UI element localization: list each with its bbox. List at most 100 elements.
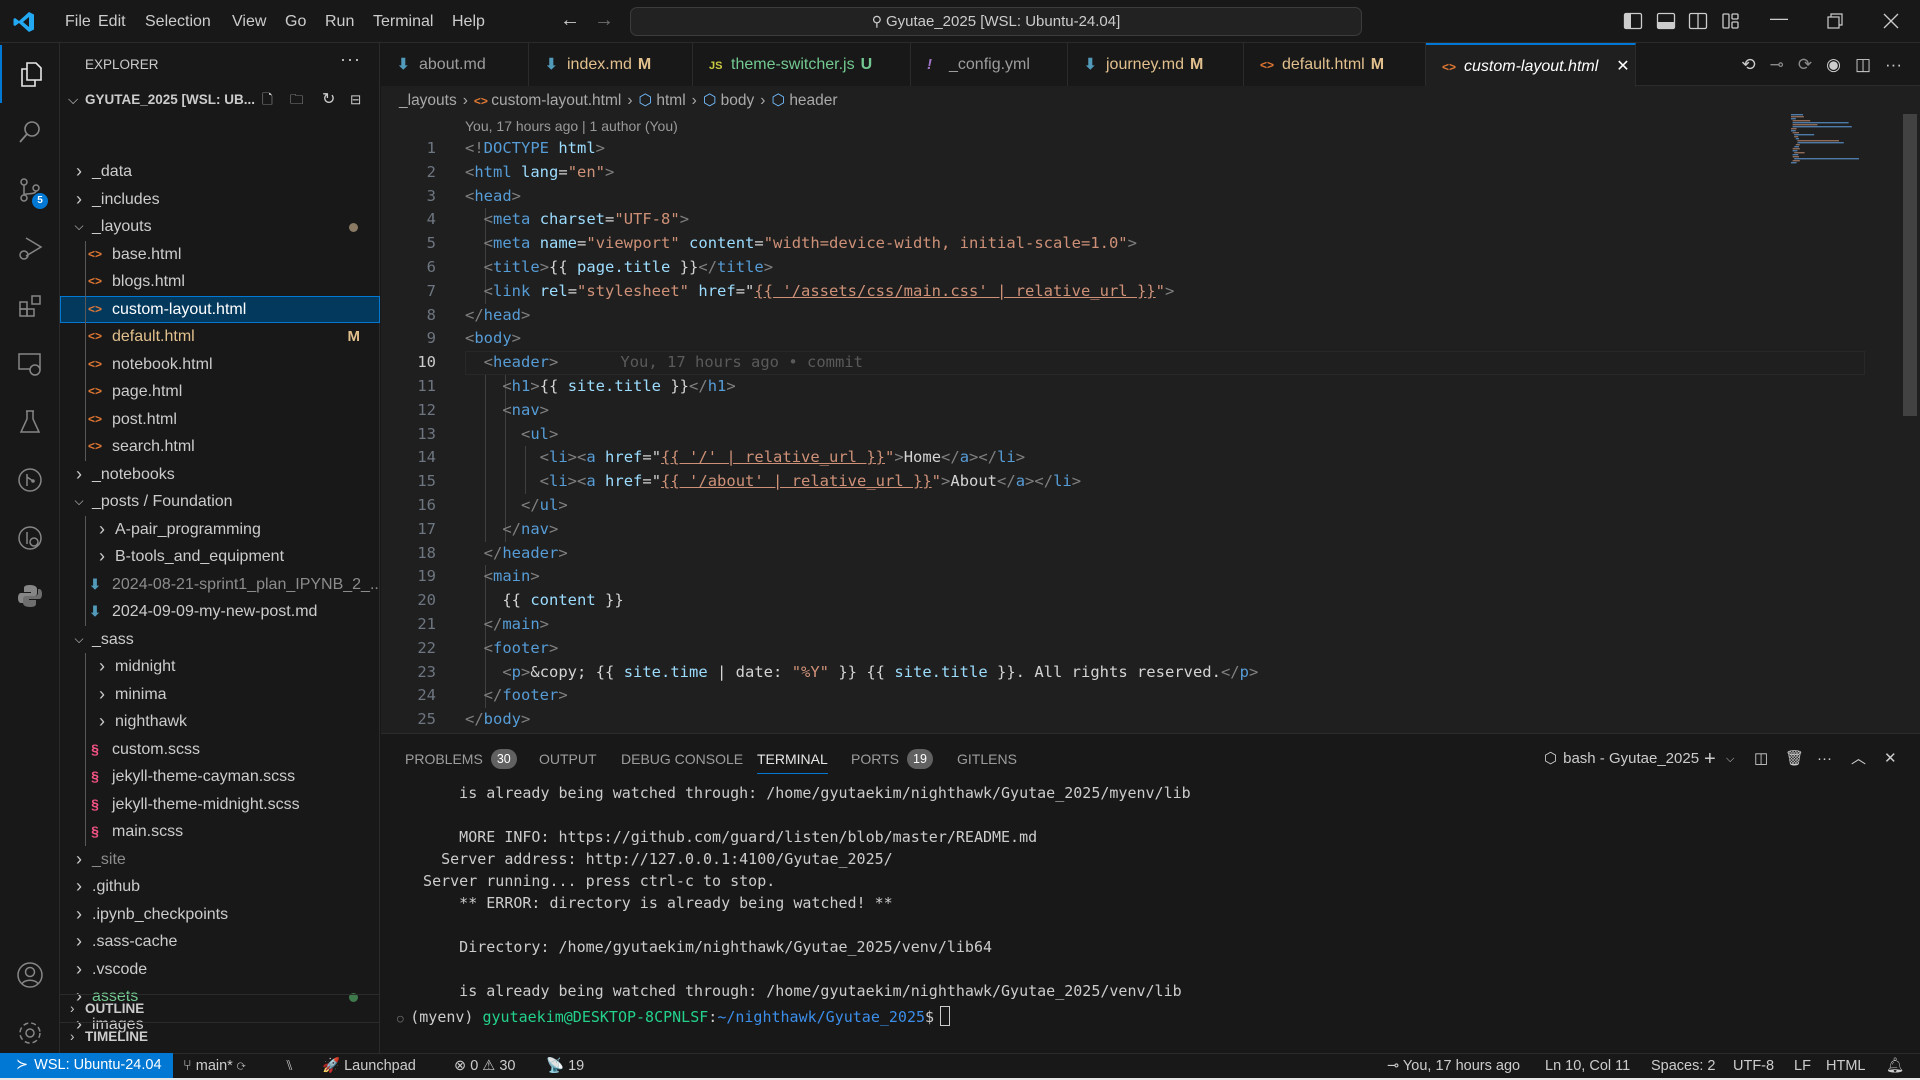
- breadcrumb-item[interactable]: header: [789, 92, 837, 109]
- tree-item[interactable]: <> base.html: [60, 241, 380, 269]
- menu-edit[interactable]: Edit: [98, 0, 126, 43]
- code-line[interactable]: <!DOCTYPE html>: [465, 137, 605, 161]
- gitlens-next-revision-icon[interactable]: ⟳: [1798, 55, 1812, 75]
- tree-item[interactable]: › nighthawk: [60, 708, 380, 736]
- refresh-icon[interactable]: ↻: [322, 87, 335, 113]
- code-line[interactable]: <li><a href="{{ '/about' | relative_url …: [465, 470, 1081, 494]
- code-line[interactable]: <header> You, 17 hours ago • commit: [465, 351, 863, 375]
- tab--config-yml[interactable]: ! _config.yml: [911, 43, 1068, 86]
- outline-section[interactable]: › OUTLINE: [60, 994, 380, 1021]
- gitlens-inspect-activity[interactable]: [0, 509, 60, 567]
- panel-tab-problems[interactable]: PROBLEMS 30: [405, 744, 517, 774]
- tree-item[interactable]: <> page.html: [60, 378, 380, 406]
- tree-item[interactable]: ⌵ _posts / Foundation: [60, 488, 380, 516]
- tab-about-md[interactable]: ⬇ about.md: [381, 43, 529, 86]
- chevron-down-icon[interactable]: ⌵: [1726, 744, 1734, 774]
- command-center-search[interactable]: ⚲ Gyutae_2025 [WSL: Ubuntu-24.04]: [630, 7, 1362, 36]
- remote-indicator[interactable]: ≻ WSL: Ubuntu-24.04: [0, 1053, 173, 1078]
- more-actions-icon[interactable]: ···: [1885, 55, 1902, 75]
- toggle-primary-sidebar-icon[interactable]: [1623, 11, 1643, 31]
- tree-item[interactable]: › A-pair_programming: [60, 516, 380, 544]
- split-editor-icon[interactable]: ◫: [1855, 55, 1871, 75]
- gitlens-previous-revision-icon[interactable]: ⟲: [1741, 55, 1755, 75]
- panel-tab-terminal[interactable]: TERMINAL: [757, 744, 828, 774]
- tree-item[interactable]: › .sass-cache: [60, 928, 380, 956]
- tree-item[interactable]: › _site: [60, 846, 380, 874]
- tab-default-html[interactable]: <> default.html M: [1244, 43, 1426, 86]
- new-file-icon[interactable]: 🗋: [262, 87, 273, 113]
- collapse-all-icon[interactable]: ⊟: [350, 87, 361, 113]
- tree-item[interactable]: › _data: [60, 158, 380, 186]
- tree-item[interactable]: ⬇ 2024-08-21-sprint1_plan_IPYNB_2_....: [60, 571, 380, 599]
- more-actions-icon[interactable]: ···: [1817, 744, 1832, 774]
- remote-explorer-activity[interactable]: [0, 335, 60, 393]
- gitlens-activity[interactable]: [0, 451, 60, 509]
- toggle-panel-icon[interactable]: [1656, 11, 1676, 31]
- menu-terminal[interactable]: Terminal: [373, 0, 433, 43]
- tab-journey-md[interactable]: ⬇ journey.md M: [1068, 43, 1244, 86]
- menu-run[interactable]: Run: [325, 0, 354, 43]
- forward-arrow-icon[interactable]: →: [594, 9, 614, 32]
- breadcrumb-item[interactable]: custom-layout.html: [491, 92, 621, 109]
- tab-index-md[interactable]: ⬇ index.md M: [529, 43, 693, 86]
- end-of-line[interactable]: LF: [1794, 1054, 1811, 1078]
- tree-item[interactable]: › _includes: [60, 186, 380, 214]
- menu-file[interactable]: File: [65, 0, 91, 43]
- tree-item[interactable]: › .github: [60, 873, 380, 901]
- extensions-activity[interactable]: [0, 277, 60, 335]
- breadcrumb-item[interactable]: html: [656, 92, 685, 109]
- code-line[interactable]: <main>: [465, 565, 540, 589]
- testing-activity[interactable]: [0, 393, 60, 451]
- code-line[interactable]: <html lang="en">: [465, 161, 614, 185]
- tree-item[interactable]: › B-tools_and_equipment: [60, 543, 380, 571]
- blame-status[interactable]: ⊸ You, 17 hours ago: [1387, 1054, 1520, 1078]
- indentation[interactable]: Spaces: 2: [1651, 1054, 1716, 1078]
- tree-item[interactable]: <> notebook.html: [60, 351, 380, 379]
- explorer-activity[interactable]: [0, 45, 60, 103]
- tree-item[interactable]: <> custom-layout.html: [60, 295, 380, 323]
- tree-item[interactable]: <> search.html: [60, 433, 380, 461]
- language-mode[interactable]: HTML: [1826, 1054, 1865, 1078]
- code-line[interactable]: </footer>: [465, 684, 568, 708]
- tree-item[interactable]: <> default.html M: [60, 323, 380, 351]
- tree-item[interactable]: › .ipynb_checkpoints: [60, 901, 380, 929]
- new-terminal-icon[interactable]: +: [1704, 744, 1716, 774]
- panel-tab-output[interactable]: OUTPUT: [539, 744, 597, 774]
- timeline-section[interactable]: › TIMELINE: [60, 1022, 380, 1049]
- code-line[interactable]: </ul>: [465, 494, 568, 518]
- ports-status[interactable]: 📡 19: [546, 1054, 584, 1078]
- tree-item[interactable]: § custom.scss: [60, 736, 380, 764]
- customize-layout-icon[interactable]: [1721, 11, 1741, 31]
- split-terminal-icon[interactable]: ◫: [1754, 744, 1768, 774]
- tree-item[interactable]: ⌵ _sass: [60, 626, 380, 654]
- menu-view[interactable]: View: [232, 0, 266, 43]
- tree-item[interactable]: <> blogs.html: [60, 268, 380, 296]
- branch-status[interactable]: ⑂ main* ⟳: [183, 1054, 246, 1078]
- editor-scrollbar[interactable]: [1903, 114, 1917, 416]
- run-debug-activity[interactable]: [0, 219, 60, 277]
- breadcrumb-item[interactable]: body: [721, 92, 755, 109]
- terminal-prompt[interactable]: ○ (myenv) gyutaekim@DESKTOP-8CPNLSF:~/ni…: [397, 1006, 951, 1028]
- minimize-icon[interactable]: —: [1770, 8, 1788, 29]
- menu-go[interactable]: Go: [285, 0, 306, 43]
- close-panel-icon[interactable]: ✕: [1884, 744, 1897, 774]
- code-line[interactable]: <body>: [465, 327, 521, 351]
- new-folder-icon[interactable]: 🗀: [290, 87, 304, 113]
- code-line[interactable]: <li><a href="{{ '/' | relative_url }}">H…: [465, 446, 1025, 470]
- launchpad-status[interactable]: 🚀 Launchpad: [322, 1054, 416, 1078]
- code-line[interactable]: <meta name="viewport" content="width=dev…: [465, 232, 1137, 256]
- code-line[interactable]: <ul>: [465, 423, 558, 447]
- trash-icon[interactable]: 🗑: [1785, 744, 1804, 774]
- accounts-activity[interactable]: [0, 946, 60, 1004]
- close-tab-icon[interactable]: ✕: [1616, 58, 1629, 75]
- code-line[interactable]: <head>: [465, 185, 521, 209]
- code-line[interactable]: {{ content }}: [465, 589, 623, 613]
- toggle-secondary-sidebar-icon[interactable]: [1688, 11, 1708, 31]
- workspace-root[interactable]: ⌵ GYUTAE_2025 [WSL: UB... 🗋 🗀 ↻ ⊟: [60, 87, 380, 113]
- code-line[interactable]: </body>: [465, 708, 530, 732]
- code-line[interactable]: <link rel="stylesheet" href="{{ '/assets…: [465, 280, 1175, 304]
- tree-item[interactable]: § jekyll-theme-midnight.scss: [60, 791, 380, 819]
- code-line[interactable]: </head>: [465, 304, 530, 328]
- notifications-bell-icon[interactable]: 🔔︎: [1886, 1054, 1904, 1078]
- panel-tab-ports[interactable]: PORTS 19: [851, 744, 933, 774]
